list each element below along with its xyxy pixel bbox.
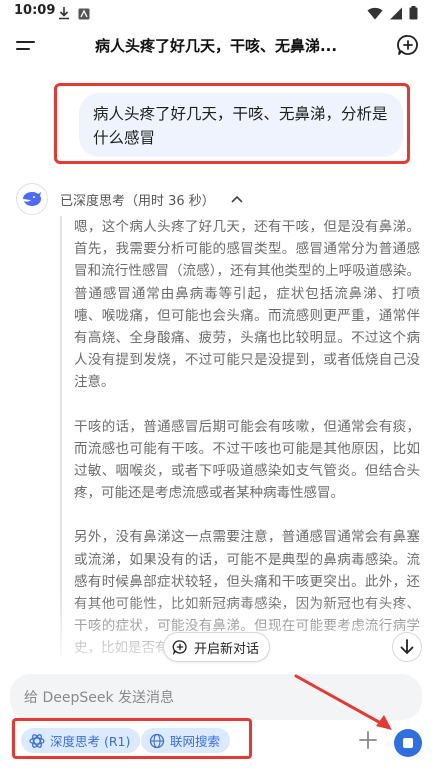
signal-icon — [389, 5, 403, 24]
mode-toggles-highlight: 深度思考 (R1) 联网搜索 — [12, 718, 252, 759]
plus-icon — [359, 731, 377, 749]
status-time: 10:09 — [14, 3, 56, 18]
scroll-to-bottom-button[interactable] — [392, 632, 422, 662]
menu-button[interactable] — [14, 34, 38, 58]
deepseek-whale-icon — [23, 192, 41, 206]
globe-icon — [149, 733, 165, 748]
arrow-down-icon — [400, 639, 414, 655]
menu-icon — [16, 41, 35, 50]
new-chat-icon — [172, 640, 187, 655]
attach-button[interactable] — [356, 728, 380, 752]
wifi-icon — [367, 5, 383, 24]
deepseek-avatar — [16, 183, 48, 215]
atom-icon — [29, 733, 45, 748]
new-conversation-button[interactable]: 开启新对话 — [163, 632, 271, 662]
user-message-highlight: 病人头疼了好几天，干咳、无鼻涕，分析是什么感冒 — [54, 83, 410, 164]
chevron-up-icon — [231, 192, 243, 207]
app-header: 病人头疼了好几天，干咳、无鼻涕... — [0, 28, 434, 64]
new-chat-button[interactable] — [396, 33, 420, 57]
battery-icon — [409, 5, 418, 24]
status-right-icons — [367, 5, 418, 24]
user-message-bubble[interactable]: 病人头疼了好几天，干咳、无鼻涕，分析是什么感冒 — [79, 93, 403, 157]
thinking-paragraph: 嗯，这个病人头疼了好几天，还有干咳，但是没有鼻涕。首先，我需要分析可能的感冒类型… — [74, 219, 420, 391]
stop-icon — [403, 738, 413, 748]
web-search-label: 联网搜索 — [170, 734, 221, 749]
new-conversation-label: 开启新对话 — [194, 641, 260, 657]
thinking-toggle[interactable]: 已深度思考（用时 36 秒） — [60, 188, 243, 210]
thinking-paragraph: 干咳的话，普通感冒后期可能会有咳嗽，但通常会有痰，而流感也可能有干咳。不过干咳也… — [74, 418, 420, 502]
deep-think-button[interactable]: 深度思考 (R1) — [21, 728, 141, 753]
message-input[interactable]: 给 DeepSeek 发送消息 — [10, 674, 422, 720]
app-icon — [78, 5, 90, 24]
deep-think-label: 深度思考 (R1) — [50, 734, 131, 749]
stop-button[interactable] — [394, 729, 422, 757]
thinking-content: 嗯，这个病人头疼了好几天，还有干咳，但是没有鼻涕。首先，我需要分析可能的感冒类型… — [60, 216, 420, 656]
web-search-button[interactable]: 联网搜索 — [141, 728, 231, 753]
download-icon — [58, 5, 70, 24]
thinking-label: 已深度思考（用时 36 秒） — [60, 193, 215, 209]
conversation-title: 病人头疼了好几天，干咳、无鼻涕... — [94, 37, 338, 55]
new-chat-icon — [397, 35, 418, 55]
status-bar: 10:09 — [0, 0, 434, 26]
status-left-icons — [58, 5, 90, 24]
